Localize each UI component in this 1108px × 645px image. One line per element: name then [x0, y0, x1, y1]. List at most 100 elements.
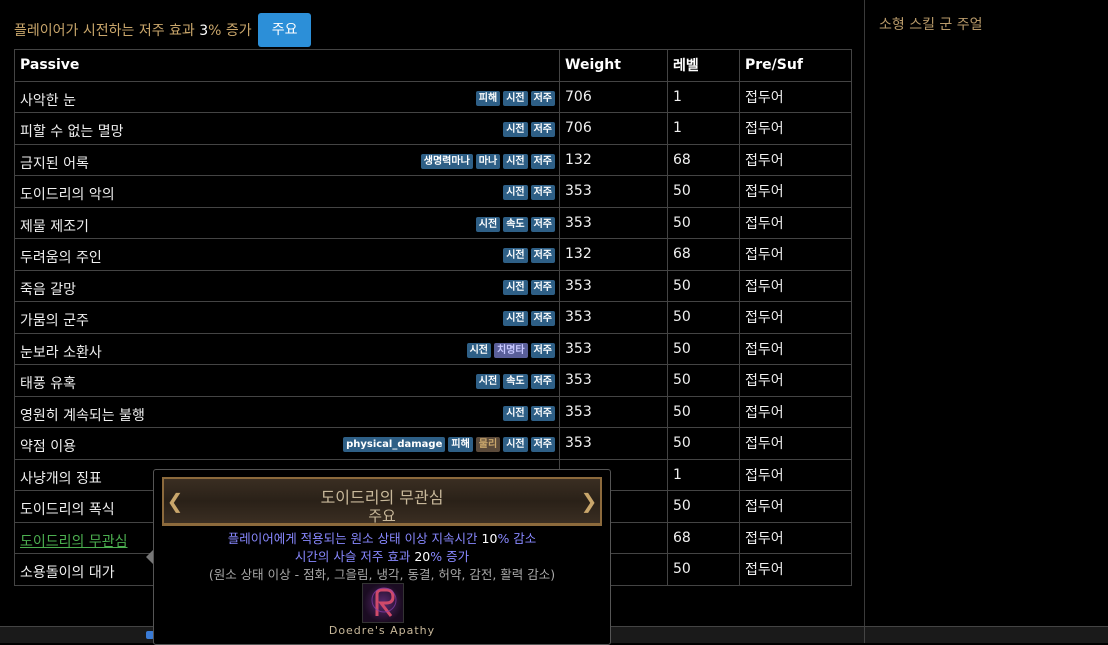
tag-list: 피해 시전 저주 [475, 90, 555, 106]
tag-list: 시전 치명타 저주 [466, 342, 555, 358]
table-row[interactable]: 두려움의 주인 시전 저주 132 68 접두어 [14, 238, 852, 271]
mod-tag: 치명타 [493, 342, 528, 358]
cell-weight: 353 [559, 269, 668, 302]
mod-tag: 저주 [530, 374, 555, 389]
table-row[interactable]: 피할 수 없는 멸망 시전 저주 706 1 접두어 [14, 112, 852, 145]
mod-tag: 시전 [503, 90, 528, 106]
title-value: 3 [199, 23, 209, 39]
tooltip-type: 주요 [368, 507, 396, 525]
column-header-weight[interactable]: Weight [559, 49, 668, 82]
table-row[interactable]: 제물 제조기 시전 속도 저주 353 50 접두어 [14, 206, 852, 239]
mod-tag: physical_damage [343, 437, 446, 452]
cell-presuf: 접두어 [739, 143, 852, 176]
side-panel-label: 소형 스킬 군 주얼 [879, 17, 983, 33]
cell-passive: 가뭄의 군주 시전 저주 [14, 301, 560, 334]
passive-name: 죽음 갈망 [20, 281, 76, 298]
passive-name: 눈보라 소환사 [20, 344, 102, 361]
tooltip-caption: Doedre's Apathy [328, 624, 436, 637]
cell-passive: 눈보라 소환사 시전 치명타 저주 [14, 332, 560, 365]
passive-name: 가뭄의 군주 [20, 313, 89, 329]
mod-2-value: 20 [414, 549, 431, 564]
cell-weight: 353 [559, 427, 668, 460]
mod-tag: 마나 [475, 153, 501, 169]
cell-passive: 금지된 어록 생명력마나 마나 시전 저주 [14, 143, 560, 176]
cell-level: 1 [667, 458, 740, 491]
cell-level: 50 [667, 269, 740, 302]
header: 플레이어가 시전하는 저주 효과 3% 증가 주요 [14, 12, 312, 48]
mod-1-suffix: % 감소 [497, 531, 537, 546]
cell-presuf: 접두어 [739, 301, 852, 334]
page-title: 플레이어가 시전하는 저주 효과 3% 증가 [14, 20, 252, 40]
tag-list: 생명력마나 마나 시전 저주 [420, 153, 555, 169]
table-row[interactable]: 눈보라 소환사 시전 치명타 저주 353 50 접두어 [14, 332, 852, 365]
cell-passive: 약점 이용 physical_damage 피해 물리 시전 저주 [14, 427, 560, 460]
mod-tag: 시전 [503, 122, 528, 137]
cell-level: 50 [667, 332, 740, 365]
column-header-level[interactable]: 레벨 [667, 49, 740, 82]
passive-name: 태풍 유혹 [20, 376, 76, 392]
cell-weight: 353 [559, 206, 668, 239]
mod-tag: 저주 [530, 122, 555, 137]
mod-tag: 시전 [503, 185, 528, 200]
notable-button[interactable]: 주요 [257, 13, 312, 47]
passive-name: 사냥개의 징표 [20, 470, 102, 487]
cell-presuf: 접두어 [739, 112, 852, 145]
cell-presuf: 접두어 [739, 80, 852, 113]
tag-list: 시전 저주 [503, 122, 555, 137]
cell-weight: 353 [559, 332, 668, 365]
table-row[interactable]: 영원히 계속되는 불행 시전 저주 353 50 접두어 [14, 395, 852, 428]
cell-level: 50 [667, 395, 740, 428]
cell-passive: 두려움의 주인 시전 저주 [14, 238, 560, 271]
tooltip-pointer [146, 550, 153, 564]
mod-tag: 저주 [530, 216, 555, 232]
tag-list: 시전 저주 [503, 405, 555, 421]
cell-presuf: 접두어 [739, 553, 852, 586]
cell-passive: 도이드리의 악의 시전 저주 [14, 175, 560, 208]
tag-list: 시전 속도 저주 [475, 374, 555, 389]
table-row[interactable]: 도이드리의 악의 시전 저주 353 50 접두어 [14, 175, 852, 208]
mod-tag: 저주 [530, 437, 555, 452]
tag-list: 시전 속도 저주 [475, 216, 555, 232]
mod-tag: 시전 [475, 374, 501, 389]
tooltip-header: ❮ ❯ 도이드리의 무관심 주요 [162, 477, 602, 525]
table-row[interactable]: 가뭄의 군주 시전 저주 353 50 접두어 [14, 301, 852, 334]
column-header-presuf[interactable]: Pre/Suf [739, 49, 852, 82]
mod-tag: 저주 [530, 185, 555, 200]
passive-name: 영원히 계속되는 불행 [20, 407, 145, 424]
table-row[interactable]: 죽음 갈망 시전 저주 353 50 접두어 [14, 269, 852, 302]
tag-list: 시전 저주 [503, 248, 555, 263]
cell-passive: 피할 수 없는 멸망 시전 저주 [14, 112, 560, 145]
mod-tag: 피해 [475, 90, 501, 106]
passive-tooltip: ❮ ❯ 도이드리의 무관심 주요 플레이어에게 적용되는 원소 상태 이상 지속… [153, 469, 611, 645]
tag-list: physical_damage 피해 물리 시전 저주 [343, 437, 555, 452]
cell-presuf: 접두어 [739, 395, 852, 428]
cell-presuf: 접두어 [739, 175, 852, 208]
cell-level: 68 [667, 143, 740, 176]
table-row[interactable]: 금지된 어록 생명력마나 마나 시전 저주 132 68 접두어 [14, 143, 852, 176]
passive-name: 두려움의 주인 [20, 250, 102, 266]
mod-tag: 피해 [448, 437, 473, 452]
cell-passive: 영원히 계속되는 불행 시전 저주 [14, 395, 560, 428]
passive-name-link[interactable]: 도이드리의 무관심 [20, 531, 128, 551]
mod-tag: 시전 [503, 311, 528, 326]
mod-2-text: 시간의 사슬 저주 효과 [294, 549, 415, 564]
cell-weight: 353 [559, 175, 668, 208]
column-header-passive[interactable]: Passive [14, 49, 560, 82]
cell-presuf: 접두어 [739, 364, 852, 397]
table-row[interactable]: 사악한 눈 피해 시전 저주 706 1 접두어 [14, 80, 852, 113]
cell-presuf: 접두어 [739, 206, 852, 239]
cell-passive: 사악한 눈 피해 시전 저주 [14, 80, 560, 113]
passive-name: 피할 수 없는 멸망 [20, 124, 124, 140]
cell-level: 50 [667, 553, 740, 586]
table-row[interactable]: 태풍 유혹 시전 속도 저주 353 50 접두어 [14, 364, 852, 397]
mod-tag: 속도 [503, 374, 528, 389]
table-row[interactable]: 약점 이용 physical_damage 피해 물리 시전 저주 353 50 접두어 [14, 427, 852, 460]
cell-weight: 132 [559, 238, 668, 271]
mod-tag: 물리 [475, 437, 501, 452]
cell-presuf: 접두어 [739, 427, 852, 460]
passive-name: 소용돌이의 대가 [20, 565, 115, 581]
mod-tag: 저주 [530, 405, 555, 421]
tooltip-divider [162, 525, 602, 526]
bottom-separator [864, 627, 865, 643]
passive-name: 제물 제조기 [20, 218, 89, 235]
